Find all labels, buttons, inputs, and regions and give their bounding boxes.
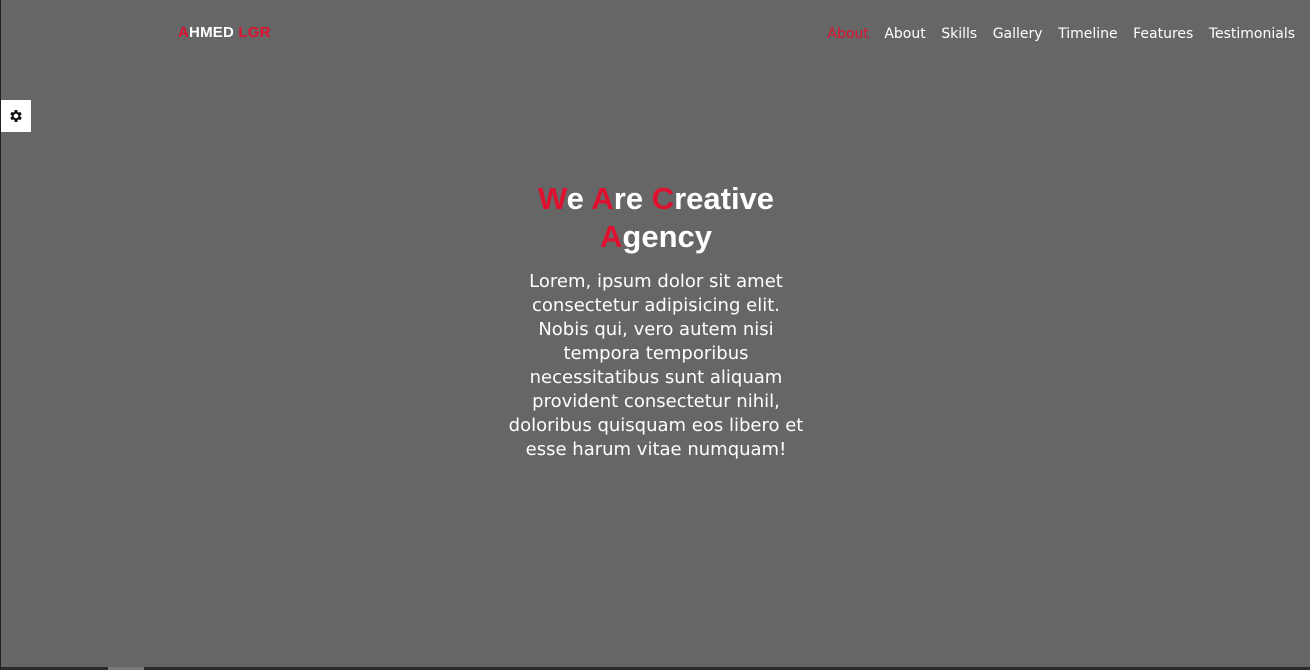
hero-title-letter: C <box>651 181 675 216</box>
logo-first-word: HMED <box>189 24 235 41</box>
hero-title-letter: A <box>591 181 614 216</box>
hero-title-text: gency <box>622 219 712 254</box>
hero-title-text: e <box>566 181 584 216</box>
hero-title: We Are Creative Agency <box>506 180 806 256</box>
hero-description: Lorem, ipsum dolor sit amet consectetur … <box>508 271 804 460</box>
nav-item-about[interactable]: About <box>884 25 925 43</box>
site-logo[interactable]: AHMED LGR <box>178 24 271 41</box>
hero-title-text: re <box>613 181 644 216</box>
nav-item-about-active[interactable]: About <box>827 25 868 43</box>
logo-initial: A <box>178 24 190 41</box>
hero-section: We Are Creative Agency Lorem, ipsum dolo… <box>506 180 806 462</box>
settings-toggle-button[interactable] <box>1 100 31 132</box>
nav-item-features[interactable]: Features <box>1133 25 1193 43</box>
nav-item-skills[interactable]: Skills <box>941 25 977 43</box>
main-nav: About About Skills Gallery Timeline Feat… <box>812 25 1295 43</box>
logo-second-word: LGR <box>238 24 271 41</box>
nav-item-timeline[interactable]: Timeline <box>1058 25 1118 43</box>
nav-item-gallery[interactable]: Gallery <box>993 25 1043 43</box>
hero-title-text: reative <box>674 181 775 216</box>
gear-icon <box>10 110 22 122</box>
hero-title-letter: A <box>600 219 623 254</box>
nav-item-testimonials[interactable]: Testimonials <box>1209 25 1295 43</box>
hero-title-letter: W <box>537 181 567 216</box>
